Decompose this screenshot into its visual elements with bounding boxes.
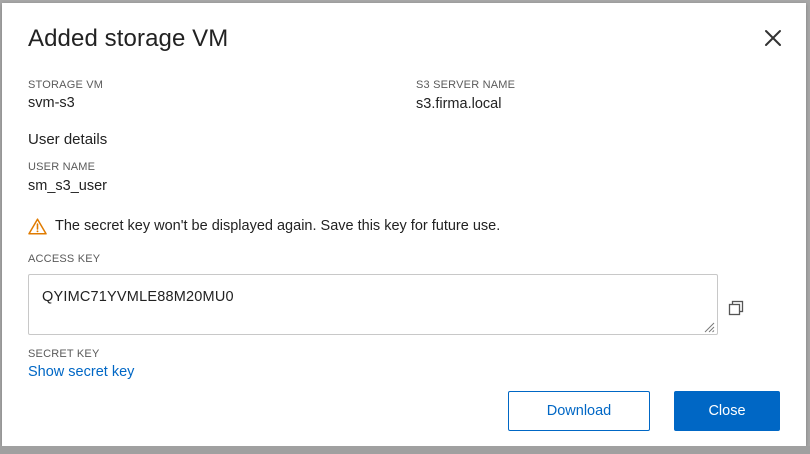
added-storage-vm-dialog: Added storage VM STORAGE VM svm-s3 S3 SE…: [2, 3, 806, 446]
storage-vm-value: svm-s3: [28, 95, 75, 111]
resize-grip-icon[interactable]: [703, 320, 715, 333]
access-key-textarea[interactable]: QYIMC71YVMLE88M20MU0: [28, 274, 718, 335]
access-key-label: ACCESS KEY: [28, 253, 101, 265]
user-name-value: sm_s3_user: [28, 178, 107, 194]
show-secret-key-link[interactable]: Show secret key: [28, 364, 134, 380]
access-key-value: QYIMC71YVMLE88M20MU0: [42, 289, 234, 305]
warning-triangle-icon: [28, 217, 47, 235]
storage-vm-label: STORAGE VM: [28, 79, 104, 91]
warning-text: The secret key won't be displayed again.…: [55, 218, 501, 234]
close-icon[interactable]: [762, 27, 784, 49]
close-button[interactable]: Close: [674, 391, 780, 431]
copy-icon[interactable]: [727, 299, 745, 317]
user-name-label: USER NAME: [28, 161, 96, 173]
dialog-title: Added storage VM: [28, 25, 229, 52]
warning-message: The secret key won't be displayed again.…: [28, 215, 500, 237]
download-button[interactable]: Download: [508, 391, 650, 431]
user-details-heading: User details: [28, 131, 108, 148]
s3-server-name-label: S3 SERVER NAME: [416, 79, 516, 91]
secret-key-label: SECRET KEY: [28, 348, 100, 360]
s3-server-name-value: s3.firma.local: [416, 96, 502, 112]
modal-backdrop: [0, 446, 810, 454]
